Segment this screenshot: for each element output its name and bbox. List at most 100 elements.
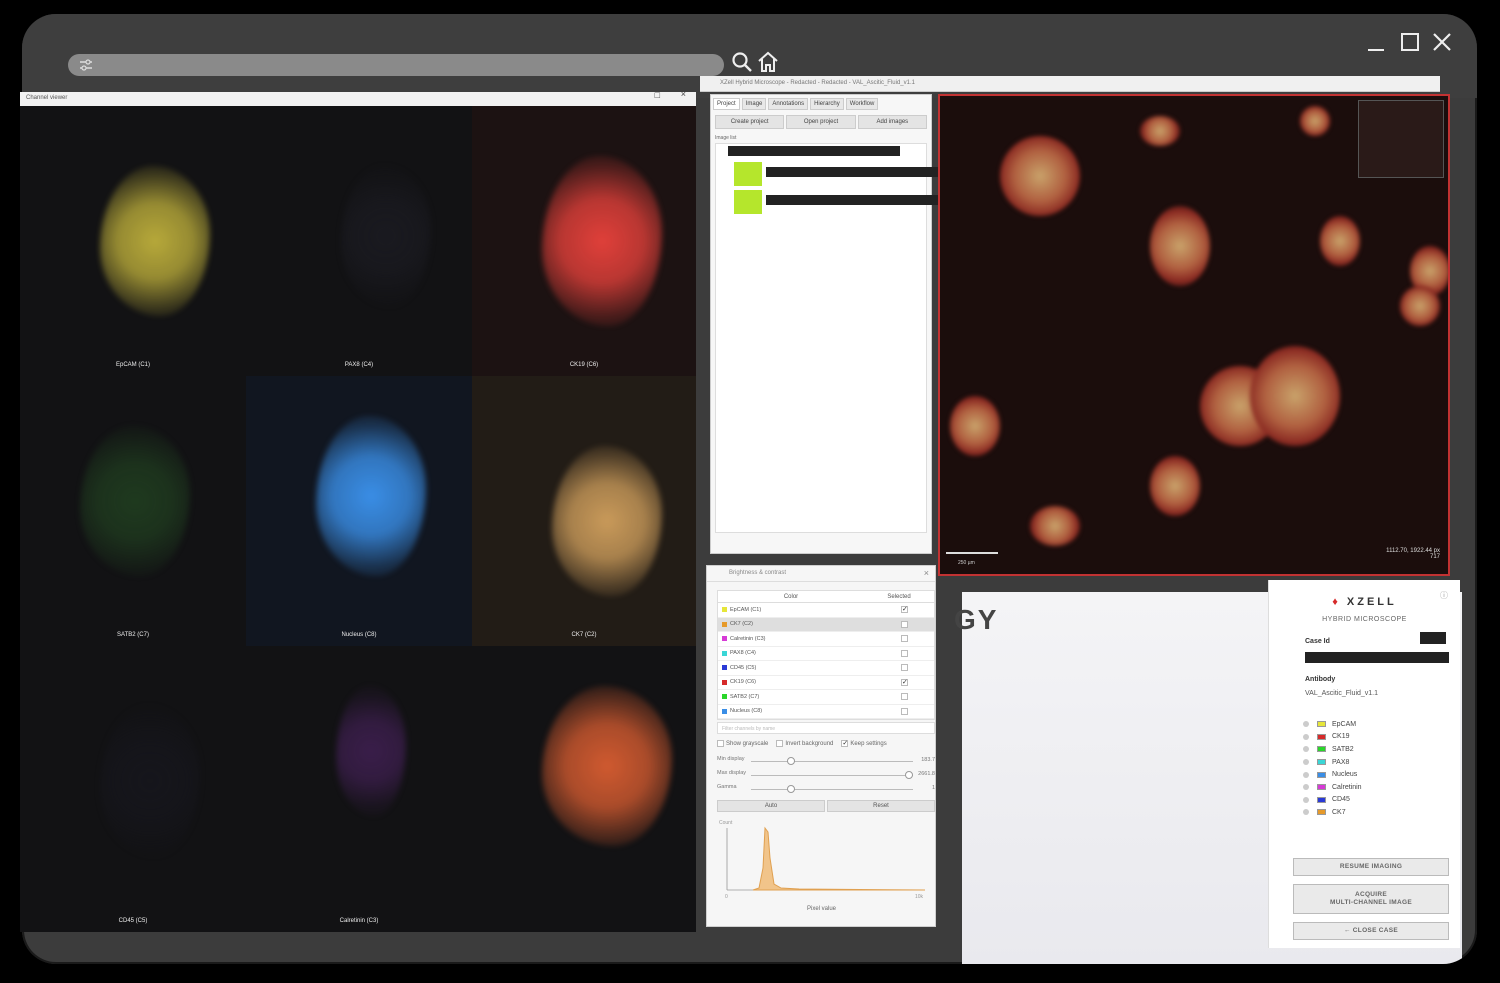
invert-background-option[interactable]: Invert background bbox=[776, 740, 833, 747]
channel-row[interactable]: PAX8 (C4) bbox=[718, 647, 934, 661]
color-swatch bbox=[722, 621, 727, 627]
checkbox[interactable] bbox=[717, 740, 724, 747]
cell-cluster bbox=[1320, 216, 1360, 266]
tab-hierarchy[interactable]: Hierarchy bbox=[810, 98, 844, 110]
filter-icon[interactable] bbox=[78, 57, 94, 73]
case-id-badge bbox=[1420, 632, 1446, 644]
legend-item[interactable]: PAX8 bbox=[1303, 756, 1362, 769]
color-swatch bbox=[1317, 759, 1326, 766]
resume-imaging-button[interactable]: RESUME IMAGING bbox=[1293, 858, 1449, 876]
toggle-dot[interactable] bbox=[1303, 809, 1309, 816]
toggle-dot[interactable] bbox=[1303, 721, 1309, 728]
channel-tile[interactable]: PAX8 (C4) bbox=[246, 106, 472, 376]
bc-close-icon[interactable]: × bbox=[924, 568, 929, 578]
address-bar[interactable] bbox=[68, 54, 724, 76]
channel-name: EpCAM (C1) bbox=[730, 606, 762, 613]
legend-label: Calretinin bbox=[1332, 783, 1362, 791]
channel-tile[interactable]: EpCAM (C1) bbox=[20, 106, 246, 376]
checkbox[interactable] bbox=[776, 740, 784, 747]
channel-checkbox[interactable]: ✓ bbox=[901, 678, 908, 686]
legend-item[interactable]: CD45 bbox=[1303, 794, 1362, 807]
channel-tile[interactable] bbox=[472, 646, 696, 932]
search-icon[interactable] bbox=[730, 50, 754, 74]
toggle-dot[interactable] bbox=[1303, 796, 1309, 803]
gamma-slider[interactable]: Gamma 1 bbox=[717, 784, 935, 796]
channel-checkbox[interactable]: ✓ bbox=[901, 606, 908, 614]
image-thumbnail[interactable] bbox=[734, 162, 762, 186]
channel-name: CK19 (C6) bbox=[730, 679, 756, 686]
min-display-slider[interactable]: Min display 183.7 bbox=[717, 756, 935, 768]
channel-checkbox[interactable] bbox=[901, 649, 908, 657]
slider-knob[interactable] bbox=[787, 785, 795, 793]
open-project-button[interactable]: Open project bbox=[786, 115, 856, 129]
tab-image[interactable]: Image bbox=[741, 98, 767, 110]
create-project-button[interactable]: Create project bbox=[715, 115, 785, 129]
legend-item[interactable]: CK19 bbox=[1303, 731, 1362, 744]
hist-xmin: 0 bbox=[725, 894, 728, 900]
channel-tile[interactable]: Calretinin (C3) bbox=[246, 646, 472, 932]
show-grayscale-option[interactable]: Show grayscale bbox=[717, 740, 768, 747]
toggle-dot[interactable] bbox=[1303, 771, 1309, 778]
redacted-image-name[interactable] bbox=[766, 195, 938, 205]
auto-button[interactable]: Auto bbox=[717, 800, 825, 812]
cell-cluster bbox=[1300, 106, 1330, 136]
maximize-icon[interactable] bbox=[1396, 28, 1424, 56]
minimize-icon[interactable] bbox=[1362, 28, 1390, 56]
close-case-button[interactable]: ← CLOSE CASE bbox=[1293, 922, 1449, 940]
channel-checkbox[interactable] bbox=[901, 635, 908, 643]
channel-tile[interactable]: CK19 (C6) bbox=[472, 106, 696, 376]
redacted-image-name[interactable] bbox=[766, 167, 938, 177]
tab-project[interactable]: Project bbox=[713, 98, 740, 110]
toggle-dot[interactable] bbox=[1303, 746, 1309, 753]
max-display-slider[interactable]: Max display 2661.8 bbox=[717, 770, 935, 782]
image-thumbnail[interactable] bbox=[734, 190, 762, 214]
cell-cluster-image bbox=[341, 166, 431, 306]
add-images-button[interactable]: Add images bbox=[857, 115, 927, 129]
channel-tile[interactable]: Nucleus (C8) bbox=[246, 376, 472, 646]
close-icon[interactable] bbox=[1428, 28, 1456, 56]
channel-row[interactable]: CK19 (C6) ✓ bbox=[718, 676, 934, 690]
acquire-multichannel-button[interactable]: ACQUIRE MULTI-CHANNEL IMAGE bbox=[1293, 884, 1449, 914]
legend-label: Nucleus bbox=[1332, 771, 1358, 779]
channel-filter-input[interactable]: Filter channels by name bbox=[717, 722, 935, 734]
home-icon[interactable] bbox=[756, 50, 780, 74]
channel-checkbox[interactable] bbox=[901, 664, 908, 672]
channel-row[interactable]: Calretinin (C3) bbox=[718, 632, 934, 647]
tab-workflow[interactable]: Workflow bbox=[845, 98, 879, 110]
viewer-close-icon[interactable]: × bbox=[681, 89, 686, 99]
toggle-dot[interactable] bbox=[1303, 733, 1309, 740]
tab-annotations[interactable]: Annotations bbox=[768, 98, 809, 110]
legend-item[interactable]: Nucleus bbox=[1303, 768, 1362, 781]
slider-knob[interactable] bbox=[787, 757, 795, 765]
legend-item[interactable]: SATB2 bbox=[1303, 743, 1362, 756]
legend-item[interactable]: Calretinin bbox=[1303, 781, 1362, 794]
cell-cluster-image bbox=[100, 706, 200, 856]
xzell-panel: ⓘ ♦ XZELL HYBRID MICROSCOPE Case Id Antib… bbox=[1268, 580, 1460, 948]
channel-tile[interactable]: CK7 (C2) bbox=[472, 376, 696, 646]
keep-settings-option[interactable]: ✓ Keep settings bbox=[841, 740, 887, 747]
toggle-dot[interactable] bbox=[1303, 784, 1309, 791]
histogram: Count 0 10k Pixel value bbox=[719, 820, 926, 912]
reset-button[interactable]: Reset bbox=[827, 800, 935, 812]
channel-row[interactable]: EpCAM (C1) ✓ bbox=[718, 603, 934, 618]
restore-icon[interactable]: □ bbox=[655, 90, 660, 100]
microscope-view[interactable]: 250 µm 1112.70, 1922.44 px 717 bbox=[938, 94, 1450, 576]
toggle-dot[interactable] bbox=[1303, 759, 1309, 766]
slider-knob[interactable] bbox=[905, 771, 913, 779]
channel-row[interactable]: Nucleus (C8) bbox=[718, 705, 934, 719]
channel-row[interactable]: SATB2 (C7) bbox=[718, 690, 934, 705]
channel-tile[interactable]: CD45 (C5) bbox=[20, 646, 246, 932]
image-list[interactable] bbox=[715, 143, 938, 533]
overview-thumbnail[interactable] bbox=[1358, 100, 1444, 178]
legend-item[interactable]: EpCAM bbox=[1303, 718, 1362, 731]
channel-label: CK19 (C6) bbox=[569, 362, 599, 368]
flame-icon: ♦ bbox=[1332, 596, 1341, 608]
channel-checkbox[interactable] bbox=[901, 707, 908, 715]
checkbox[interactable]: ✓ bbox=[841, 740, 849, 747]
channel-checkbox[interactable] bbox=[901, 620, 908, 628]
channel-tile[interactable]: SATB2 (C7) bbox=[20, 376, 246, 646]
channel-checkbox[interactable] bbox=[901, 693, 908, 701]
channel-row[interactable]: CK7 (C2) bbox=[718, 617, 934, 632]
channel-row[interactable]: CD45 (C5) bbox=[718, 661, 934, 676]
legend-item[interactable]: CK7 bbox=[1303, 806, 1362, 819]
